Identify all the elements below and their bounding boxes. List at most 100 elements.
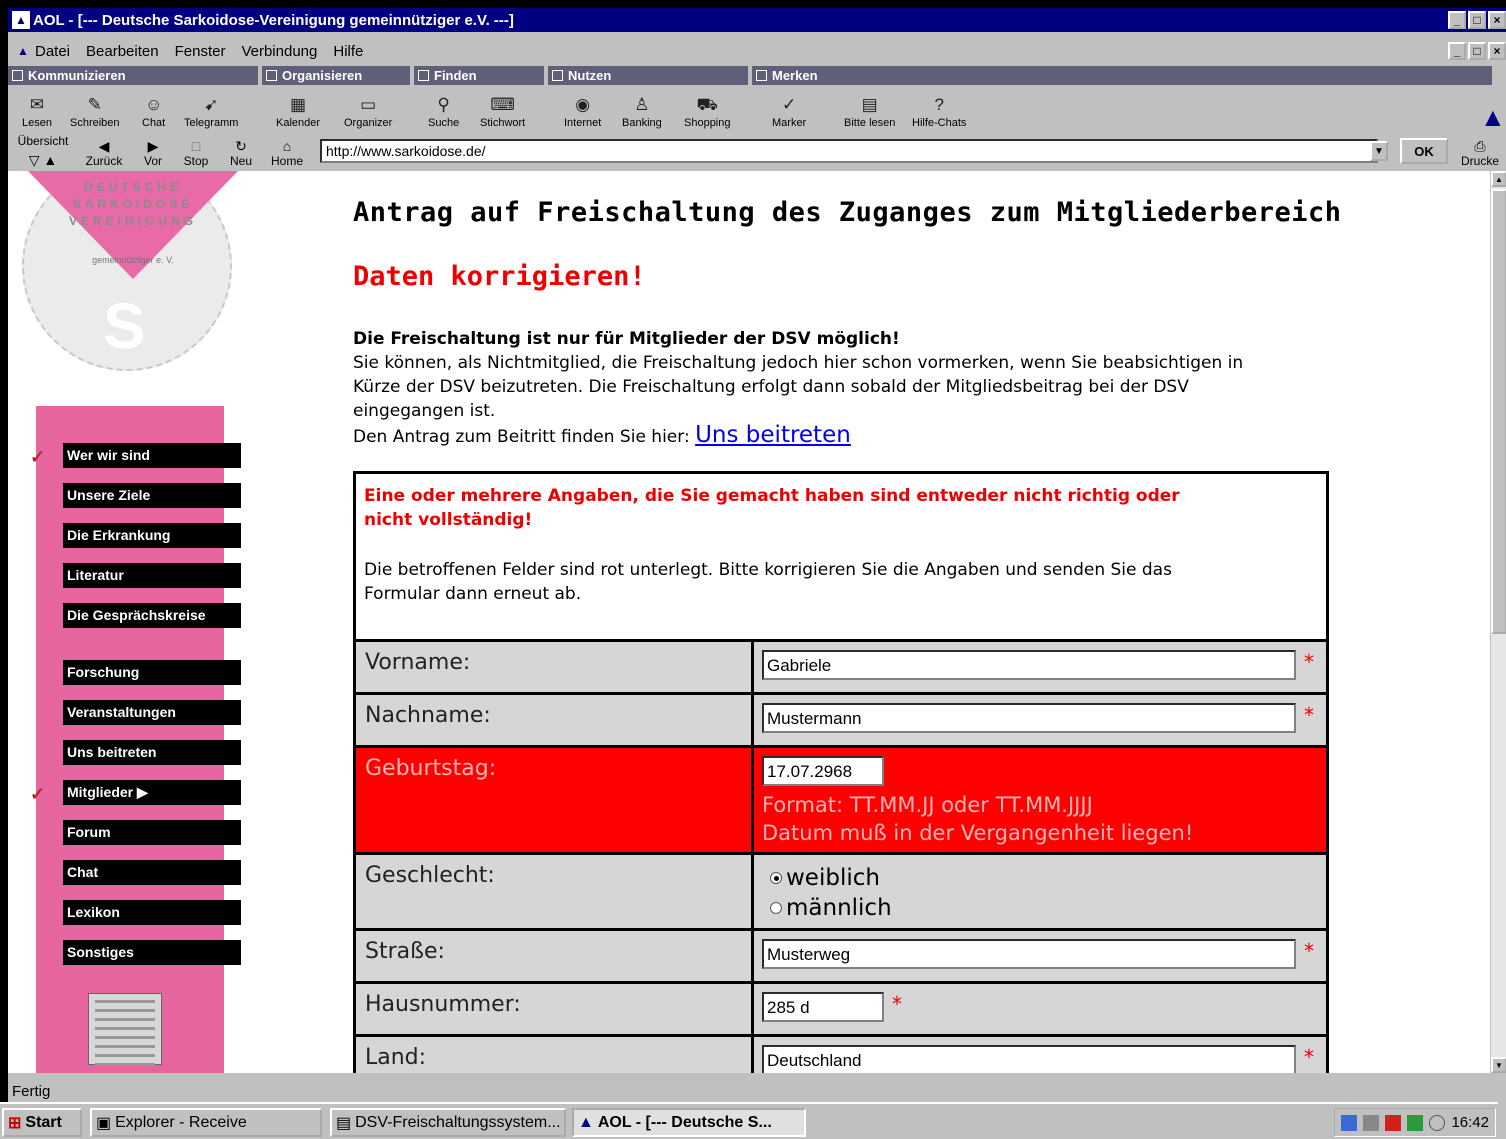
radio-maennlich-label: männlich bbox=[786, 895, 892, 921]
group-menu-icon bbox=[418, 70, 429, 81]
hausnummer-input[interactable]: 285 d bbox=[762, 992, 884, 1022]
nav-veranstaltungen[interactable]: Veranstaltungen bbox=[63, 700, 241, 725]
mdi-close-button[interactable]: × bbox=[1488, 42, 1506, 60]
nav-chat[interactable]: Chat bbox=[63, 860, 241, 885]
address-dropdown-button[interactable]: ▼ bbox=[1370, 141, 1388, 161]
uebersicht-button[interactable]: Übersicht ▽ ▲ bbox=[10, 134, 76, 170]
nav-uns-beitreten[interactable]: Uns beitreten bbox=[63, 740, 241, 765]
telegramm-button[interactable]: ➹ Telegramm bbox=[184, 86, 238, 131]
group-finden[interactable]: Finden bbox=[414, 66, 544, 85]
vertical-scrollbar[interactable]: ▲ ▼ bbox=[1490, 171, 1506, 1073]
land-input[interactable]: Deutschland bbox=[762, 1045, 1296, 1073]
organizer-button[interactable]: ▭ Organizer bbox=[344, 86, 392, 131]
chat-label: Chat bbox=[142, 117, 166, 129]
print-button[interactable]: ⎙ Drucke bbox=[1456, 134, 1504, 170]
group-menu-icon bbox=[552, 70, 563, 81]
geschlecht-label: Geschlecht: bbox=[356, 855, 754, 928]
isdn-icon[interactable] bbox=[1407, 1114, 1424, 1131]
suche-button[interactable]: ⚲ Suche bbox=[428, 86, 459, 131]
back-button[interactable]: ◀ Zurück bbox=[80, 134, 128, 170]
menu-fenster[interactable]: Fenster bbox=[175, 43, 226, 60]
nav-mitglieder[interactable]: Mitglieder ▶ bbox=[63, 780, 241, 805]
menu-hilfe[interactable]: Hilfe bbox=[333, 43, 363, 60]
intro-bold: Die Freischaltung ist nur für Mitglieder… bbox=[353, 329, 900, 349]
nav-forschung[interactable]: Forschung bbox=[63, 660, 241, 685]
marker-button[interactable]: ✓ Marker bbox=[772, 86, 806, 131]
vorname-label: Vorname: bbox=[356, 642, 754, 692]
intro-text: Die Freischaltung ist nur für Mitglieder… bbox=[353, 327, 1253, 449]
group-nutzen[interactable]: Nutzen bbox=[548, 66, 748, 85]
group-label: Nutzen bbox=[568, 68, 612, 83]
nav-die-erkrankung[interactable]: Die Erkrankung bbox=[63, 523, 241, 548]
row-vorname: Vorname: Gabriele * bbox=[356, 642, 1326, 695]
stichwort-button[interactable]: ⌨ Stichwort bbox=[480, 86, 525, 131]
stop-button[interactable]: □ Stop bbox=[178, 134, 214, 170]
task-word[interactable]: ▤ DSV-Freischaltungssystem... bbox=[330, 1108, 566, 1137]
lesen-button[interactable]: ✉ Lesen bbox=[22, 86, 52, 131]
clock-tray-icon[interactable] bbox=[1429, 1114, 1446, 1131]
schreiben-button[interactable]: ✎ Schreiben bbox=[70, 86, 120, 131]
banking-button[interactable]: ♙ Banking bbox=[622, 86, 662, 131]
network-icon[interactable] bbox=[1341, 1114, 1358, 1131]
group-organisieren[interactable]: Organisieren bbox=[262, 66, 410, 85]
nachname-input[interactable]: Mustermann bbox=[762, 703, 1296, 733]
chat-button[interactable]: ☺ Chat bbox=[142, 86, 165, 131]
radio-maennlich[interactable]: männlich bbox=[762, 893, 1318, 923]
kalender-button[interactable]: ▦ Kalender bbox=[276, 86, 320, 131]
internet-label: Internet bbox=[564, 117, 602, 129]
aol-menu-icon[interactable]: ▲ bbox=[14, 42, 32, 60]
minimize-button[interactable]: _ bbox=[1448, 11, 1466, 29]
reload-button[interactable]: ↻ Neu bbox=[226, 134, 256, 170]
strasse-input[interactable]: Musterweg bbox=[762, 939, 1296, 969]
vorname-input[interactable]: Gabriele bbox=[762, 650, 1296, 680]
scroll-up-icon[interactable]: ▲ bbox=[1491, 171, 1506, 187]
nav-unsere-ziele[interactable]: Unsere Ziele bbox=[63, 483, 241, 508]
start-button[interactable]: ⊞ Start bbox=[2, 1108, 82, 1137]
internet-button[interactable]: ◉ Internet bbox=[564, 86, 601, 131]
antivirus-icon[interactable] bbox=[1385, 1114, 1402, 1131]
globe-icon: ◉ bbox=[575, 95, 591, 114]
close-button[interactable]: × bbox=[1488, 11, 1506, 29]
site-sidebar: DEUTSCHE SARKOIDOSE VEREINIGUNG gemeinnü… bbox=[8, 171, 288, 1073]
task-explorer[interactable]: ▣ Explorer - Receive bbox=[90, 1108, 322, 1137]
home-button[interactable]: ⌂ Home bbox=[266, 134, 308, 170]
scroll-down-icon[interactable]: ▼ bbox=[1491, 1057, 1506, 1073]
task-aol[interactable]: ▲ AOL - [--- Deutsche S... bbox=[572, 1108, 806, 1137]
address-field[interactable]: http://www.sarkoidose.de/ bbox=[320, 139, 1378, 163]
shopping-button[interactable]: ⛟ Shopping bbox=[684, 86, 731, 131]
checkmark-icon: ✓ bbox=[30, 447, 46, 467]
nav-lexikon[interactable]: Lexikon bbox=[63, 900, 241, 925]
marker-label: Marker bbox=[772, 117, 807, 129]
radio-weiblich[interactable]: weiblich bbox=[762, 863, 1318, 893]
keyword-icon: ⌨ bbox=[490, 95, 515, 114]
mdi-maximize-button[interactable]: □ bbox=[1468, 42, 1486, 60]
maximize-button[interactable]: □ bbox=[1468, 11, 1486, 29]
hilfe-chats-button[interactable]: ? Hilfe-Chats bbox=[912, 86, 966, 131]
logo-line3: VEREINIGUNG bbox=[68, 214, 197, 228]
menu-verbindung[interactable]: Verbindung bbox=[241, 43, 317, 60]
chat-icon: ☺ bbox=[144, 95, 163, 114]
menu-datei[interactable]: Datei bbox=[35, 43, 70, 60]
scroll-thumb[interactable] bbox=[1491, 189, 1506, 634]
nav-forum[interactable]: Forum bbox=[63, 820, 241, 845]
mdi-minimize-button[interactable]: _ bbox=[1448, 42, 1466, 60]
screenshot-thumbnail[interactable] bbox=[88, 993, 162, 1066]
forward-button[interactable]: ▶ Vor bbox=[138, 134, 168, 170]
status-bar: Fertig bbox=[12, 1083, 51, 1100]
menu-bearbeiten[interactable]: Bearbeiten bbox=[86, 43, 159, 60]
geburtstag-input[interactable]: 17.07.2968 bbox=[762, 756, 884, 786]
bitte-lesen-button[interactable]: ▤ Bitte lesen bbox=[844, 86, 895, 131]
group-merken[interactable]: Merken bbox=[752, 66, 1492, 85]
task-word-label: DSV-Freischaltungssystem... bbox=[355, 1113, 561, 1131]
group-kommunizieren[interactable]: Kommunizieren bbox=[8, 66, 258, 85]
go-button[interactable]: OK bbox=[1400, 138, 1448, 164]
tray-app-icon[interactable] bbox=[1363, 1114, 1380, 1131]
nav-gespraechskreise[interactable]: Die Gesprächskreise bbox=[63, 603, 241, 628]
group-label: Merken bbox=[772, 68, 818, 83]
nav-wer-wir-sind[interactable]: Wer wir sind bbox=[63, 443, 241, 468]
nav-literatur[interactable]: Literatur bbox=[63, 563, 241, 588]
reload-icon: ↻ bbox=[235, 138, 247, 154]
uns-beitreten-link[interactable]: Uns beitreten bbox=[695, 422, 851, 448]
forward-arrow-icon: ▶ bbox=[147, 138, 159, 154]
nav-sonstiges[interactable]: Sonstiges bbox=[63, 940, 241, 965]
